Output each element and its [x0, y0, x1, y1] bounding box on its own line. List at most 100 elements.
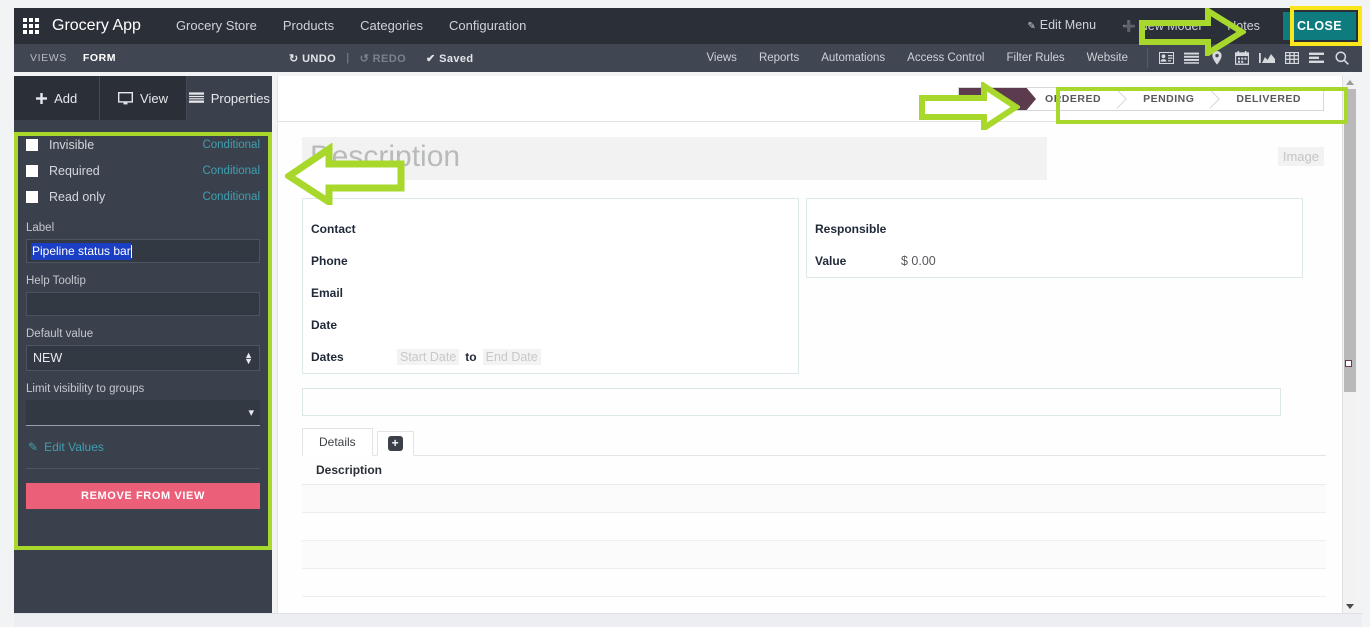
read-only-conditional-link[interactable]: Conditional	[202, 191, 260, 203]
limit-groups-select[interactable]: ▾	[26, 400, 260, 426]
search-icon[interactable]	[1329, 47, 1354, 69]
redo-label: REDO	[372, 52, 407, 65]
tab-view-label: View	[140, 90, 168, 106]
tab-properties-label: Properties	[210, 90, 270, 106]
notebook-add-tab-button[interactable]: +	[376, 430, 414, 456]
required-conditional-link[interactable]: Conditional	[202, 165, 260, 177]
subbar-views-label[interactable]: VIEWS	[14, 52, 67, 64]
redo-button[interactable]: ↺ REDO	[350, 52, 416, 65]
property-row-read-only: Read only Conditional	[26, 184, 260, 210]
saved-status[interactable]: ✔ Saved	[416, 52, 484, 65]
subbar-link-automations[interactable]: Automations	[810, 52, 896, 64]
pivot-table-icon[interactable]	[1279, 47, 1304, 69]
subbar-link-website[interactable]: Website	[1076, 52, 1139, 64]
studio-subbar: VIEWS FORM ↻ UNDO | ↺ REDO ✔ Saved Views…	[14, 44, 1362, 72]
property-row-required: Required Conditional	[26, 158, 260, 184]
kanban-card-icon[interactable]	[1154, 47, 1179, 69]
form-column-left: Contact Phone Email Date Dates Start Dat…	[302, 197, 799, 374]
image-placeholder[interactable]: Image	[1277, 147, 1324, 166]
edit-values-link[interactable]: ✎ Edit Values	[26, 426, 260, 468]
label-input[interactable]: Pipeline status bar	[26, 239, 260, 263]
phone-label: Phone	[311, 253, 348, 268]
map-pin-icon[interactable]	[1204, 47, 1229, 69]
default-value-caption: Default value	[26, 328, 94, 340]
nav-item-grocery-store[interactable]: Grocery Store	[163, 8, 270, 44]
nav-item-products[interactable]: Products	[270, 8, 347, 44]
field-row-dates[interactable]: Dates Start Date to End Date	[311, 341, 788, 373]
field-row-responsible[interactable]: Responsible	[815, 213, 1292, 245]
contact-label: Contact	[311, 221, 356, 236]
form-header: NEW ORDERED PENDING DELIVERED	[278, 76, 1342, 122]
start-date-input[interactable]: Start Date	[397, 348, 460, 365]
undo-label: UNDO	[302, 52, 337, 65]
pipeline-status-bar: NEW ORDERED PENDING DELIVERED	[958, 86, 1324, 111]
edit-values-label: Edit Values	[44, 440, 104, 454]
top-navbar: Grocery App Grocery Store Products Categ…	[14, 8, 1362, 44]
subbar-link-access-control[interactable]: Access Control	[896, 52, 995, 64]
status-step-ordered[interactable]: ORDERED	[1025, 87, 1124, 110]
form-sheet-scroll: + Description Image Contact Phone	[278, 123, 1342, 613]
notebook-tab-details[interactable]: Details	[302, 427, 373, 456]
scroll-down-arrow[interactable]	[1343, 600, 1357, 613]
left-properties-panel: Add View Properties Invisible Conditiona…	[14, 76, 272, 613]
dates-label: Dates	[311, 349, 344, 364]
status-step-pending[interactable]: PENDING	[1123, 87, 1217, 110]
new-model-button[interactable]: ➕ New Model	[1109, 8, 1214, 45]
invisible-conditional-link[interactable]: Conditional	[202, 139, 260, 151]
sheet-title-row: Description Image	[302, 137, 1324, 180]
nav-item-configuration[interactable]: Configuration	[436, 8, 539, 44]
field-row-phone[interactable]: Phone	[311, 245, 788, 277]
scroll-thumb[interactable]	[1344, 89, 1356, 392]
responsible-label: Responsible	[815, 221, 887, 236]
end-date-input[interactable]: End Date	[482, 348, 541, 365]
help-tooltip-input[interactable]	[26, 292, 260, 316]
table-row[interactable]	[302, 484, 1326, 513]
nav-item-categories[interactable]: Categories	[347, 8, 436, 44]
app-brand-title[interactable]: Grocery App	[48, 17, 163, 35]
default-value-select[interactable]: NEW ▲ ▼	[26, 345, 260, 371]
field-row-value[interactable]: Value $ 0.00	[815, 245, 1292, 277]
status-step-new[interactable]: NEW	[959, 87, 1026, 110]
subbar-link-filter-rules[interactable]: Filter Rules	[996, 52, 1076, 64]
undo-button[interactable]: ↻ UNDO	[279, 52, 346, 65]
activity-view-icon[interactable]	[1304, 47, 1329, 69]
limit-groups-caption: Limit visibility to groups	[26, 383, 145, 395]
tab-add[interactable]: Add	[14, 76, 101, 120]
required-checkbox[interactable]	[26, 165, 38, 177]
tab-properties[interactable]: Properties	[186, 76, 272, 120]
field-row-date[interactable]: Date	[311, 309, 788, 341]
read-only-checkbox[interactable]	[26, 191, 38, 203]
field-row-contact[interactable]: Contact	[311, 213, 788, 245]
vertical-scrollbar[interactable]	[1342, 76, 1356, 613]
notes-button[interactable]: Notes	[1214, 8, 1273, 44]
apps-grid-icon[interactable]	[14, 8, 48, 44]
graph-chart-icon[interactable]	[1254, 47, 1279, 69]
read-only-label: Read only	[49, 190, 106, 204]
default-value-text: NEW	[33, 351, 63, 365]
invisible-checkbox[interactable]	[26, 139, 38, 151]
subbar-form-label[interactable]: FORM	[67, 52, 116, 64]
text-caret	[130, 244, 132, 258]
edit-menu-button[interactable]: ✎ Edit Menu	[1014, 7, 1109, 45]
list-view-icon[interactable]	[1179, 47, 1204, 69]
table-row[interactable]	[302, 513, 1326, 541]
subbar-link-views[interactable]: Views	[695, 52, 747, 64]
wide-empty-field[interactable]	[302, 387, 1281, 416]
invisible-label: Invisible	[49, 138, 95, 152]
email-label: Email	[311, 285, 344, 300]
panel-divider	[26, 468, 260, 469]
record-title-input[interactable]: Description	[302, 137, 1047, 180]
subbar-link-reports[interactable]: Reports	[748, 52, 810, 64]
close-button[interactable]: CLOSE	[1282, 12, 1356, 40]
table-row[interactable]	[302, 540, 1326, 569]
status-step-delivered[interactable]: DELIVERED	[1216, 87, 1323, 110]
calendar-icon[interactable]	[1229, 47, 1254, 69]
scroll-up-arrow[interactable]	[1343, 76, 1357, 89]
remove-from-view-button[interactable]: REMOVE FROM VIEW	[26, 483, 260, 509]
list-column-header-description: Description	[302, 456, 1326, 485]
dark-plus-icon: +	[387, 435, 403, 451]
tab-view[interactable]: View	[100, 76, 187, 120]
table-row[interactable]	[302, 569, 1326, 597]
field-row-email[interactable]: Email	[311, 277, 788, 309]
resize-handle-marker[interactable]	[1345, 360, 1352, 367]
